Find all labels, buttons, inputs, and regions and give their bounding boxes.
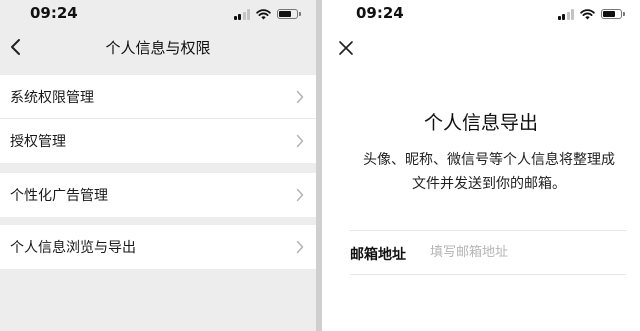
cellular-signal-icon	[557, 8, 574, 20]
cellular-signal-icon	[233, 8, 250, 20]
list-item-label: 授权管理	[10, 134, 66, 150]
battery-icon	[601, 9, 625, 19]
divider-top	[350, 230, 626, 231]
page-title: 个人信息与权限	[105, 39, 211, 57]
chevron-right-icon	[296, 240, 304, 254]
status-bar: 09:24	[0, 0, 316, 28]
chevron-right-icon	[296, 134, 304, 148]
status-icons	[557, 8, 625, 20]
status-icons	[233, 8, 301, 20]
settings-group-export: 个人信息浏览与导出	[0, 225, 316, 269]
battery-icon	[277, 9, 301, 19]
list-item-authorization[interactable]: 授权管理	[0, 119, 316, 163]
right-screen: 09:24 个人信息导出 头像、昵称、微信号等个人信息将整理成 文件并发送到你的…	[322, 0, 640, 331]
status-time: 09:24	[356, 4, 404, 22]
wifi-icon	[580, 8, 595, 19]
export-description: 头像、昵称、微信号等个人信息将整理成 文件并发送到你的邮箱。	[348, 148, 630, 196]
wifi-icon	[256, 8, 271, 19]
status-time: 09:24	[30, 4, 78, 22]
list-item-label: 个性化广告管理	[10, 188, 108, 204]
list-item-personalized-ads[interactable]: 个性化广告管理	[0, 173, 316, 217]
left-screen: 09:24 个人信息与权限 系统权限管理 授权管理 个性化广告管理 个人信息浏览…	[0, 0, 316, 331]
divider-bottom	[350, 274, 626, 275]
email-field-label: 邮箱地址	[350, 247, 406, 263]
email-field[interactable]	[430, 240, 610, 264]
settings-group-permissions: 系统权限管理 授权管理	[0, 75, 316, 163]
nav-bar: 个人信息与权限	[0, 28, 316, 68]
close-icon[interactable]	[338, 40, 354, 56]
description-line-1: 头像、昵称、微信号等个人信息将整理成	[363, 152, 615, 168]
export-title: 个人信息导出	[423, 112, 538, 134]
chevron-right-icon	[296, 90, 304, 104]
status-bar: 09:24	[322, 0, 640, 28]
list-item-label: 个人信息浏览与导出	[10, 240, 136, 256]
list-item-label: 系统权限管理	[10, 90, 94, 106]
settings-group-ads: 个性化广告管理	[0, 173, 316, 217]
list-item-info-browse-export[interactable]: 个人信息浏览与导出	[0, 225, 316, 269]
list-item-system-permissions[interactable]: 系统权限管理	[0, 75, 316, 119]
description-line-2: 文件并发送到你的邮箱。	[412, 176, 566, 192]
chevron-right-icon	[296, 188, 304, 202]
